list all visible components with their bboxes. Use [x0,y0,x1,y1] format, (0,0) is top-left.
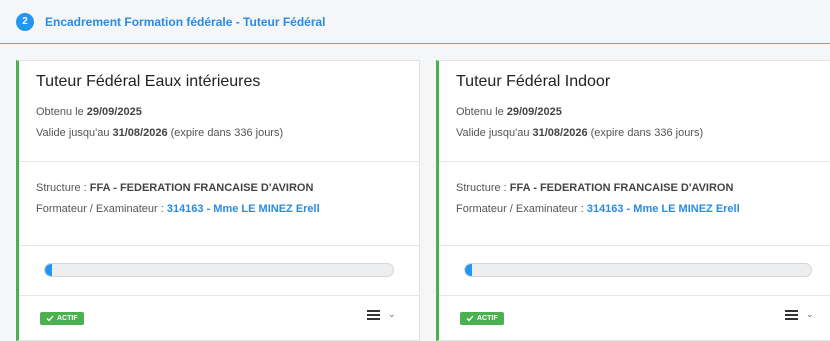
progress-fill [45,264,52,276]
structure-line: Structure : FFA - FEDERATION FRANCAISE D… [36,182,313,194]
chevron-down-icon: ⌄ [806,309,814,319]
structure-name: FFA - FEDERATION FRANCAISE D'AVIRON [89,182,314,194]
certification-card: Tuteur Fédéral Indoor Obtenu le 29/09/20… [436,60,830,341]
status-badge: ACTIF [460,312,504,325]
obtained-label: Obtenu le [36,106,87,118]
menu-icon [367,309,380,320]
progress-bar [464,263,812,277]
status-badge: ACTIF [40,312,84,325]
progress-bar [44,263,394,277]
card-title: Tuteur Fédéral Eaux intérieures [36,73,261,90]
card-menu-button[interactable]: ⌄ [367,309,396,320]
formateur-line: Formateur / Examinateur : 314163 - Mme L… [36,203,320,215]
formateur-label: Formateur / Examinateur : [456,203,587,215]
divider [19,295,419,296]
progress-fill [465,264,472,276]
divider [439,245,830,246]
chevron-down-icon: ⌄ [388,309,396,319]
step-badge: 2 [16,12,34,31]
validity-line: Valide jusqu'au 31/08/2026 (expire dans … [36,127,283,139]
obtained-date: 29/09/2025 [506,106,562,118]
structure-line: Structure : FFA - FEDERATION FRANCAISE D… [456,182,733,194]
obtained-date: 29/09/2025 [86,106,142,118]
divider [19,245,419,246]
formateur-line: Formateur / Examinateur : 314163 - Mme L… [456,203,740,215]
valid-date: 31/08/2026 [532,127,588,139]
certification-card: Tuteur Fédéral Eaux intérieures Obtenu l… [16,60,420,341]
formateur-link[interactable]: 314163 - Mme LE MINEZ Erell [167,203,320,215]
status-label: ACTIF [477,315,498,322]
valid-suffix: (expire dans 336 jours) [587,127,704,139]
valid-suffix: (expire dans 336 jours) [167,127,284,139]
structure-label: Structure : [456,182,510,194]
section-header: 2 Encadrement Formation fédérale - Tuteu… [0,0,830,44]
divider [439,161,830,162]
obtained-label: Obtenu le [456,106,507,118]
check-icon [466,315,474,322]
check-icon [46,315,54,322]
formateur-label: Formateur / Examinateur : [36,203,167,215]
divider [439,295,830,296]
obtained-line: Obtenu le 29/09/2025 [36,106,142,118]
valid-label: Valide jusqu'au [36,127,113,139]
valid-label: Valide jusqu'au [456,127,533,139]
card-menu-button[interactable]: ⌄ [785,309,814,320]
menu-icon [785,309,798,320]
validity-line: Valide jusqu'au 31/08/2026 (expire dans … [456,127,703,139]
section-title: Encadrement Formation fédérale - Tuteur … [45,14,326,29]
formateur-link[interactable]: 314163 - Mme LE MINEZ Erell [587,203,740,215]
structure-label: Structure : [36,182,90,194]
divider [19,161,419,162]
status-label: ACTIF [57,315,78,322]
card-title: Tuteur Fédéral Indoor [456,73,611,90]
valid-date: 31/08/2026 [112,127,168,139]
structure-name: FFA - FEDERATION FRANCAISE D'AVIRON [509,182,734,194]
obtained-line: Obtenu le 29/09/2025 [456,106,562,118]
